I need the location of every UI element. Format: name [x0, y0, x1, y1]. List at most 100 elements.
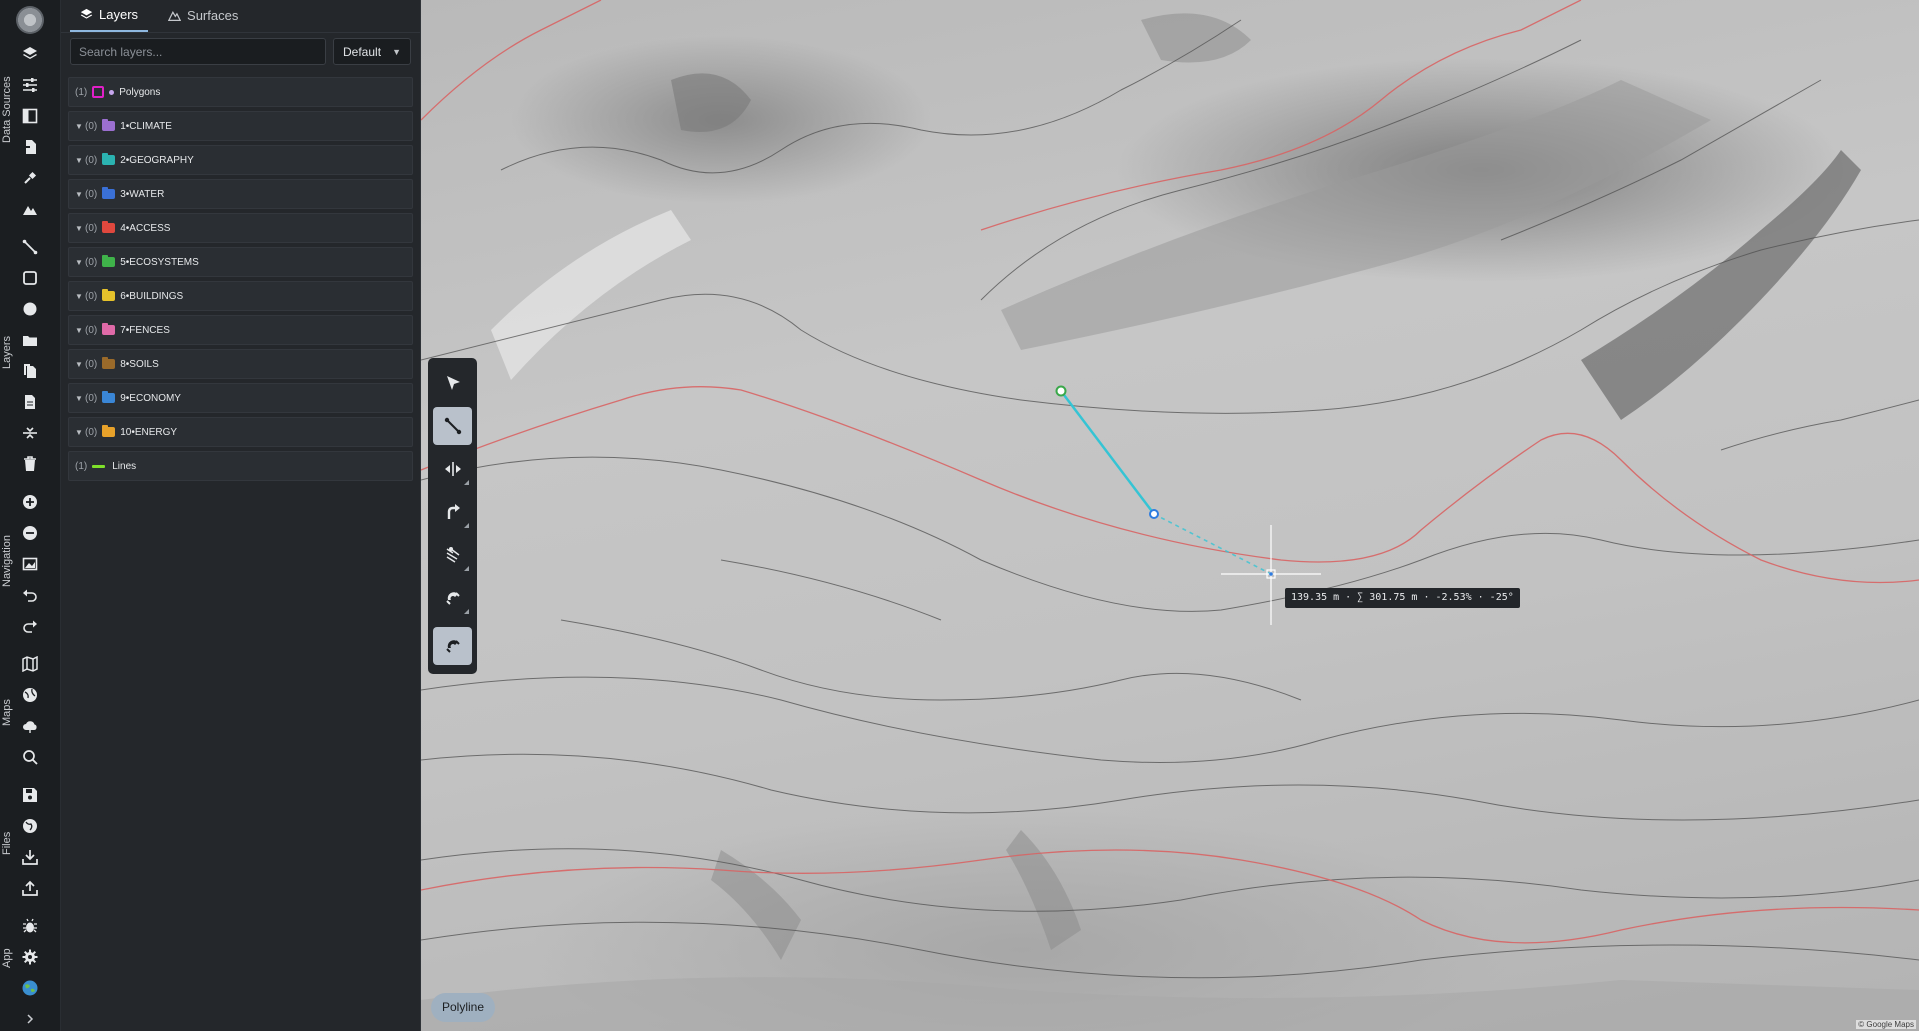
globe-icon [23, 688, 37, 702]
expand-caret-icon[interactable]: ▼ [75, 190, 85, 199]
sliders-button[interactable] [19, 74, 41, 96]
draw-line-button[interactable] [19, 236, 41, 258]
chevron-right-icon [27, 1014, 34, 1024]
layer-row-fences[interactable]: ▼ (0) 7•FENCES [68, 315, 413, 345]
table-icon [22, 108, 38, 124]
debug-button[interactable] [19, 915, 41, 937]
map-search-button[interactable] [19, 746, 41, 768]
download-icon [22, 850, 38, 865]
map-canvas[interactable]: 139.35 m · ∑ 301.75 m · -2.53% · -25° Po… [421, 0, 1919, 1031]
layer-name: 6•BUILDINGS [120, 290, 184, 302]
upload-icon [22, 880, 38, 896]
snap-tool-button[interactable] [433, 579, 472, 617]
draw-rectangle-button[interactable] [19, 267, 41, 289]
expand-caret-icon[interactable]: ▼ [75, 224, 85, 233]
draw-circle-button[interactable] [19, 298, 41, 320]
map-icon [22, 656, 38, 672]
layer-row-access[interactable]: ▼ (0) 4•ACCESS [68, 213, 413, 243]
delete-button[interactable] [19, 453, 41, 475]
terrain-button[interactable] [19, 198, 41, 220]
redo-button[interactable] [19, 615, 41, 637]
layer-count: (1) [75, 86, 88, 98]
layer-count: (0) [85, 290, 98, 302]
layer-count: (1) [75, 460, 88, 472]
search-icon [23, 750, 38, 765]
polyline-tool-button[interactable] [433, 407, 472, 445]
download-button[interactable] [19, 846, 41, 868]
expand-caret-icon[interactable]: ▼ [75, 122, 85, 131]
layer-name: 7•FENCES [120, 324, 170, 336]
layer-row-water[interactable]: ▼ (0) 3•WATER [68, 179, 413, 209]
folder-icon [102, 357, 116, 369]
zoom-out-button[interactable] [19, 522, 41, 544]
earth-button[interactable] [19, 977, 41, 999]
tab-surfaces[interactable]: Surfaces [158, 0, 248, 32]
settings-button[interactable] [19, 946, 41, 968]
save-button[interactable] [19, 784, 41, 806]
split-tool-button[interactable] [433, 450, 472, 488]
layer-name: Lines [112, 460, 137, 472]
expand-caret-icon[interactable]: ▼ [75, 360, 85, 369]
turn-tool-button[interactable] [433, 493, 472, 531]
folder-icon [102, 323, 116, 335]
earth-icon [22, 980, 38, 996]
layer-row-climate[interactable]: ▼ (0) 1•CLIMATE [68, 111, 413, 141]
submenu-indicator [464, 480, 469, 485]
basemap-button[interactable] [19, 653, 41, 675]
split-button[interactable] [19, 422, 41, 444]
layer-row-polygons[interactable]: (1) Polygons [68, 77, 413, 107]
folder-icon [23, 336, 37, 346]
upload-button[interactable] [19, 877, 41, 899]
expand-caret-icon[interactable]: ▼ [75, 428, 85, 437]
satellite-icon [24, 171, 37, 184]
expand-caret-icon[interactable]: ▼ [75, 156, 85, 165]
globe-button[interactable] [19, 684, 41, 706]
hatch-tool-button[interactable] [433, 536, 472, 574]
satellite-button[interactable] [19, 167, 41, 189]
search-input[interactable] [70, 38, 326, 65]
layers-icon [80, 8, 93, 19]
layer-row-energy[interactable]: ▼ (0) 10•ENERGY [68, 417, 413, 447]
rail-section-navigation: Navigation [1, 535, 13, 587]
select-tool-button[interactable] [433, 364, 472, 402]
layers-stack-button[interactable] [19, 43, 41, 65]
preset-dropdown[interactable]: Default ▼ [333, 38, 411, 65]
layer-name: 9•ECONOMY [120, 392, 181, 404]
bug-icon [23, 918, 37, 933]
expand-caret-icon[interactable]: ▼ [75, 326, 85, 335]
expand-rail-button[interactable] [19, 1008, 41, 1030]
folder-icon [102, 255, 116, 267]
expand-caret-icon[interactable]: ▼ [75, 292, 85, 301]
document-button[interactable] [19, 391, 41, 413]
expand-caret-icon[interactable]: ▼ [75, 394, 85, 403]
table-button[interactable] [19, 105, 41, 127]
layer-row-economy[interactable]: ▼ (0) 9•ECONOMY [68, 383, 413, 413]
layer-row-lines[interactable]: (1) Lines [68, 451, 413, 481]
cloud-button[interactable] [19, 715, 41, 737]
web-export-button[interactable] [19, 815, 41, 837]
undo-button[interactable] [19, 584, 41, 606]
open-folder-button[interactable] [19, 329, 41, 351]
tab-layers[interactable]: Layers [70, 0, 149, 32]
fit-view-button[interactable] [19, 553, 41, 575]
folder-icon [102, 119, 116, 131]
submenu-indicator [464, 523, 469, 528]
globe-americas-icon [23, 819, 37, 833]
polygon-color-icon [92, 86, 105, 98]
expand-caret-icon[interactable]: ▼ [75, 258, 85, 267]
layer-row-ecosystems[interactable]: ▼ (0) 5•ECOSYSTEMS [68, 247, 413, 277]
draw-mode-badge: Polyline [431, 993, 496, 1022]
file-import-button[interactable] [19, 136, 41, 158]
layer-count: (0) [85, 358, 98, 370]
layer-row-soils[interactable]: ▼ (0) 8•SOILS [68, 349, 413, 379]
snap-toggle-button[interactable] [433, 627, 472, 665]
layer-row-geography[interactable]: ▼ (0) 2•GEOGRAPHY [68, 145, 413, 175]
copy-button[interactable] [19, 360, 41, 382]
magnet-icon [445, 592, 460, 605]
line-tool-icon [22, 239, 38, 255]
copy-icon [24, 364, 36, 378]
app-logo[interactable] [16, 6, 44, 34]
zoom-in-button[interactable] [19, 491, 41, 513]
layer-row-buildings[interactable]: ▼ (0) 6•BUILDINGS [68, 281, 413, 311]
drawn-polyline[interactable] [1055, 385, 1272, 575]
